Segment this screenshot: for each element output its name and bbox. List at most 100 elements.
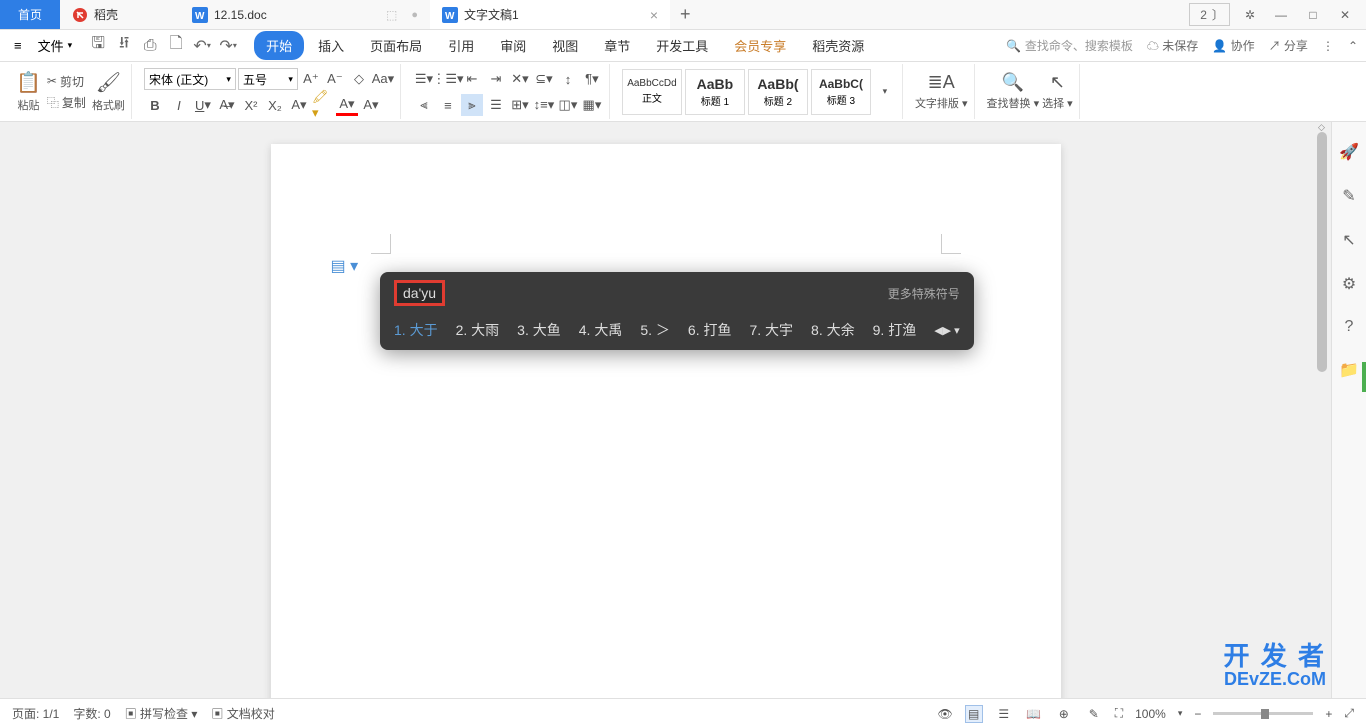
undo-icon[interactable]: ↶▾ — [192, 36, 212, 56]
scrollbar[interactable]: ◇ — [1315, 122, 1330, 698]
ime-candidate-5[interactable]: 5. ＞ — [640, 320, 670, 340]
grow-font-icon[interactable]: A⁺ — [300, 68, 322, 90]
shrink-font-icon[interactable]: A⁻ — [324, 68, 346, 90]
select-button[interactable]: ↖ 选择 ▾ — [1042, 72, 1073, 111]
ime-candidate-3[interactable]: 3. 大鱼 — [517, 320, 561, 340]
strike-button[interactable]: A̶▾ — [216, 94, 238, 116]
style-h3[interactable]: AaBbC( 标题 3 — [811, 69, 871, 115]
ribbon-tab-section[interactable]: 章节 — [592, 31, 642, 60]
tab-doc1[interactable]: W 12.15.doc ⬚ ● — [180, 0, 430, 29]
zoom-dropdown-icon[interactable]: ▾ — [1178, 708, 1183, 719]
minimize-button[interactable]: — — [1270, 6, 1292, 24]
align-center-icon[interactable]: ≡ — [437, 94, 459, 116]
change-case-icon[interactable]: Aa▾ — [372, 68, 394, 90]
show-marks-icon[interactable]: ¶▾ — [581, 68, 603, 90]
zoom-thumb[interactable] — [1261, 709, 1269, 719]
ime-candidate-7[interactable]: 7. 大宇 — [749, 320, 793, 340]
align-text-icon[interactable]: ⊆▾ — [533, 68, 555, 90]
subscript-button[interactable]: X₂ — [264, 94, 286, 116]
ribbon-tab-resource[interactable]: 稻壳资源 — [800, 31, 876, 60]
reading-icon[interactable]: 📖 — [1025, 705, 1043, 723]
zoom-slider[interactable] — [1213, 712, 1313, 715]
web-layout-icon[interactable]: ⊕ — [1055, 705, 1073, 723]
save-icon[interactable]: 🖫 — [88, 36, 108, 56]
ribbon-tab-dev[interactable]: 开发工具 — [644, 31, 720, 60]
rocket-icon[interactable]: 🚀 — [1339, 142, 1359, 162]
ribbon-tab-start[interactable]: 开始 — [254, 31, 304, 60]
ime-candidate-8[interactable]: 8. 大余 — [811, 320, 855, 340]
font-size-select[interactable]: 五号▾ — [238, 68, 298, 90]
tab-pin-icon[interactable]: ⬚ — [386, 8, 397, 22]
ribbon-tab-layout[interactable]: 页面布局 — [358, 31, 434, 60]
bold-button[interactable]: B — [144, 94, 166, 116]
sort-icon[interactable]: ↕ — [557, 68, 579, 90]
style-body[interactable]: AaBbCcDd 正文 — [622, 69, 682, 115]
zoom-out-button[interactable]: − — [1194, 707, 1201, 721]
ribbon-tab-view[interactable]: 视图 — [540, 31, 590, 60]
char-shading-button[interactable]: A▾ — [360, 94, 382, 116]
spellcheck-button[interactable]: ▣ 拼写检查 ▾ — [125, 705, 198, 722]
ime-candidate-4[interactable]: 4. 大禹 — [579, 320, 623, 340]
app-icon[interactable]: ✲ — [1240, 6, 1260, 24]
align-left-icon[interactable]: ⫷ — [413, 94, 435, 116]
print-icon[interactable]: ⎙ — [140, 36, 160, 56]
line-spacing-icon[interactable]: ↕≡▾ — [533, 94, 555, 116]
tab-docker[interactable]: 稻壳 — [60, 0, 180, 29]
redo-icon[interactable]: ↷▾ — [218, 36, 238, 56]
fullscreen-icon[interactable]: ⤢ — [1344, 706, 1354, 721]
text-direction-icon[interactable]: ✕▾ — [509, 68, 531, 90]
text-effect-button[interactable]: A▾ — [288, 94, 310, 116]
underline-button[interactable]: U▾ — [192, 94, 214, 116]
decrease-indent-icon[interactable]: ⇤ — [461, 68, 483, 90]
more-icon[interactable]: ⋮ — [1322, 39, 1334, 53]
cut-button[interactable]: ✂剪切 — [44, 72, 89, 91]
ribbon-tab-review[interactable]: 审阅 — [488, 31, 538, 60]
font-name-select[interactable]: 宋体 (正文)▾ — [144, 68, 236, 90]
style-h1[interactable]: AaBb 标题 1 — [685, 69, 745, 115]
preview-icon[interactable]: 🗋 — [166, 36, 186, 56]
help-icon[interactable]: ? — [1345, 318, 1354, 336]
italic-button[interactable]: I — [168, 94, 190, 116]
ribbon-tab-vip[interactable]: 会员专享 — [722, 31, 798, 60]
styles-more-icon[interactable]: ▾ — [874, 81, 896, 103]
tab-add-button[interactable]: + — [670, 0, 701, 29]
zoom-in-button[interactable]: + — [1325, 707, 1332, 721]
share-button[interactable]: ↗ 分享 — [1269, 37, 1308, 54]
settings-icon[interactable]: ⚙ — [1342, 274, 1356, 294]
borders-icon[interactable]: ▦▾ — [581, 94, 603, 116]
ribbon-tab-references[interactable]: 引用 — [436, 31, 486, 60]
distribute-icon[interactable]: ⊞▾ — [509, 94, 531, 116]
hamburger-icon[interactable]: ≡ — [8, 35, 28, 56]
page[interactable]: ▤ ▾ — [271, 144, 1061, 698]
docproof-button[interactable]: ▣ 文档校对 — [211, 705, 274, 722]
arrow-icon[interactable]: ↖ — [1342, 230, 1355, 250]
ime-candidate-9[interactable]: 9. 打渔 — [873, 320, 917, 340]
ime-more-symbols[interactable]: 更多特殊符号 — [888, 285, 960, 302]
print-layout-icon[interactable]: ▤ — [965, 705, 983, 723]
increase-indent-icon[interactable]: ⇥ — [485, 68, 507, 90]
numbering-icon[interactable]: ⋮☰▾ — [437, 68, 459, 90]
align-right-icon[interactable]: ⫸ — [461, 94, 483, 116]
style-h2[interactable]: AaBb( 标题 2 — [748, 69, 808, 115]
highlight-button[interactable]: 🖍▾ — [312, 94, 334, 116]
collab-button[interactable]: 👤 协作 — [1212, 37, 1254, 54]
tab-doc2[interactable]: W 文字文稿1 × — [430, 0, 670, 29]
export-icon[interactable]: ⭿ — [114, 36, 134, 56]
paste-button[interactable]: 📋 粘贴 — [16, 70, 41, 113]
collapse-ribbon-icon[interactable]: ⌃ — [1348, 39, 1358, 53]
maximize-button[interactable]: □ — [1302, 6, 1324, 24]
ime-candidate-2[interactable]: 2. 大雨 — [456, 320, 500, 340]
unsaved-button[interactable]: ☁ 未保存 — [1147, 37, 1198, 54]
justify-icon[interactable]: ☰ — [485, 94, 507, 116]
ime-candidate-1[interactable]: 1. 大于 — [394, 320, 438, 340]
badge-icon[interactable]: 2〕 — [1189, 3, 1230, 26]
folder-icon[interactable]: 📁 — [1339, 360, 1359, 380]
shading-icon[interactable]: ◫▾ — [557, 94, 579, 116]
font-color-button[interactable]: A▾ — [336, 94, 358, 116]
paragraph-menu-icon[interactable]: ▤ ▾ — [331, 256, 359, 276]
copy-button[interactable]: ⿻复制 — [44, 93, 89, 112]
command-search[interactable]: 🔍 查找命令、搜索模板 — [1006, 37, 1133, 54]
text-layout-button[interactable]: ≣A 文字排版 ▾ — [915, 72, 968, 111]
eye-icon[interactable]: 👁 — [937, 707, 952, 721]
zoom-level[interactable]: 100% — [1135, 707, 1166, 721]
